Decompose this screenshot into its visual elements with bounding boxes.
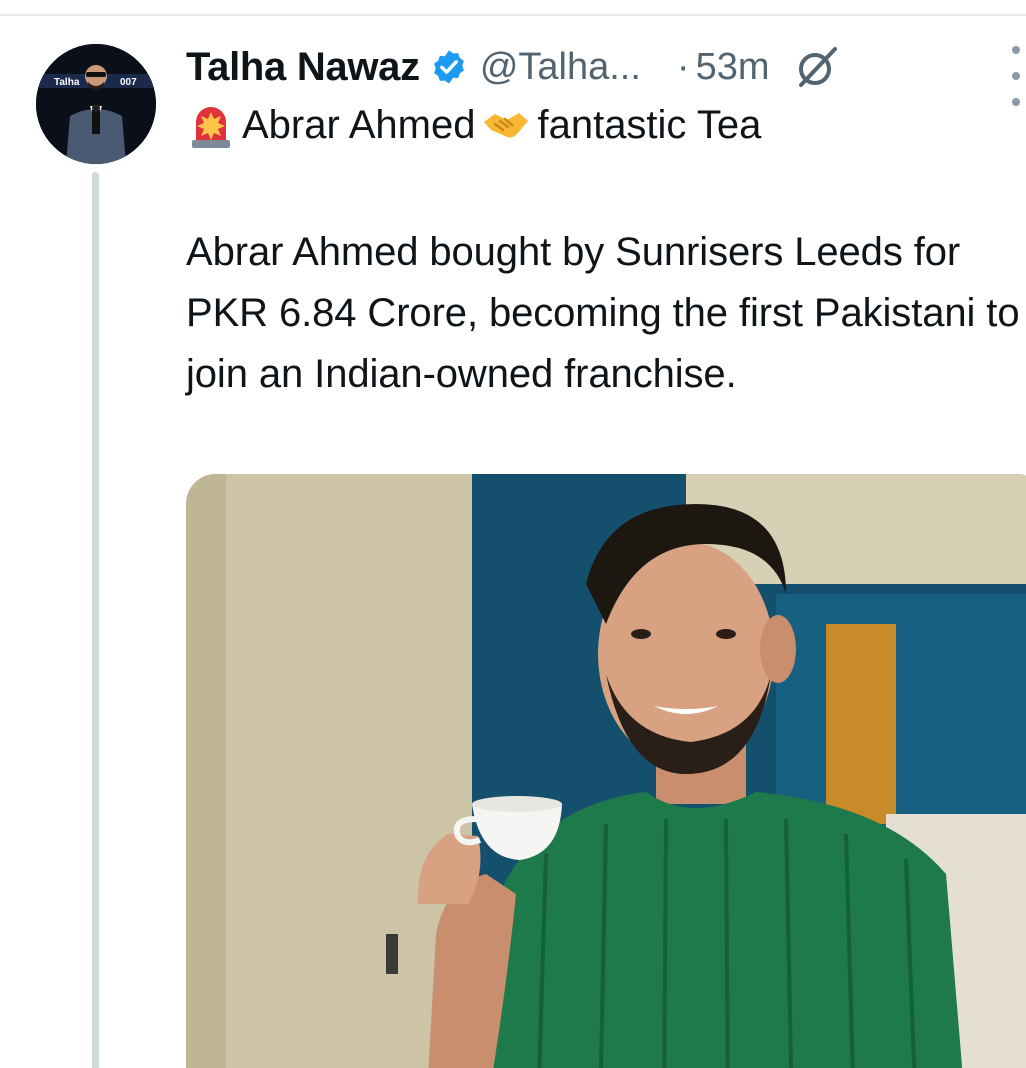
tweet-header: Talha Nawaz @Talha... · 53m (186, 40, 1026, 94)
tweet-time[interactable]: 53m (696, 46, 770, 89)
verified-badge-icon[interactable] (430, 48, 468, 86)
author-avatar[interactable]: Talha 007 (36, 44, 156, 164)
police-light-emoji (186, 100, 236, 150)
headline-part2: fantastic Tea (537, 102, 762, 147)
grok-icon[interactable] (793, 43, 841, 91)
tweet-photo[interactable] (186, 474, 1026, 1068)
author-name[interactable]: Talha Nawaz (186, 45, 420, 90)
tweet-body: Abrar Ahmed bought by Sunrisers Leeds fo… (186, 230, 1020, 396)
author-handle[interactable]: @Talha... (480, 46, 641, 89)
tweet-headline: Abrar Ahmed fantastic Tea (186, 100, 767, 150)
more-options-icon[interactable] (1006, 46, 1026, 106)
headline-part1: Abrar Ahmed (242, 102, 476, 147)
handshake-emoji (481, 100, 531, 150)
top-divider (0, 14, 1026, 16)
tweet-screen: Talha 007 Talha Nawaz @Talha... · 53m Ab… (0, 0, 1026, 1068)
separator-dot: · (676, 45, 690, 88)
thread-line (92, 172, 99, 1068)
avatar-tag: 007 (120, 77, 137, 88)
avatar-caption: Talha (54, 77, 80, 88)
